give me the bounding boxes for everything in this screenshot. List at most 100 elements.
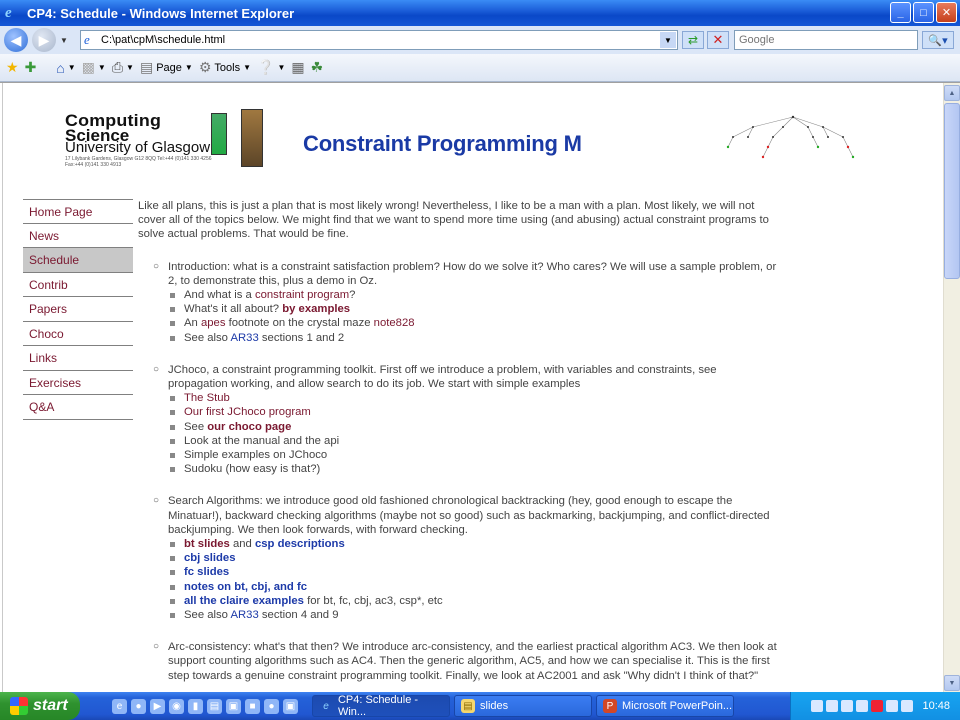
sidebar-item-exercises[interactable]: Exercises bbox=[23, 370, 133, 395]
sidebar-item-news[interactable]: News bbox=[23, 223, 133, 248]
quicklaunch-icon[interactable]: ■ bbox=[245, 698, 260, 714]
add-favorites-icon[interactable]: ✚ bbox=[25, 59, 37, 76]
constraint-program-link[interactable]: constraint program bbox=[255, 289, 349, 301]
the-stub-link[interactable]: The Stub bbox=[184, 392, 230, 404]
quicklaunch-icon[interactable]: ▣ bbox=[283, 698, 298, 714]
ar33-link[interactable]: AR33 bbox=[230, 609, 258, 621]
topic-search-algorithms: ○ Search Algorithms: we introduce good o… bbox=[138, 494, 778, 622]
ie-quicklaunch-icon[interactable]: e bbox=[112, 698, 127, 714]
fc-slides-link[interactable]: fc slides bbox=[184, 566, 229, 578]
address-text: C:\pat\cpM\schedule.html bbox=[101, 34, 226, 46]
sidebar-item-schedule[interactable]: Schedule bbox=[23, 248, 133, 273]
history-dropdown-icon[interactable]: ▼ bbox=[60, 36, 68, 45]
start-button[interactable]: start bbox=[0, 692, 80, 720]
sidebar-item-home-page[interactable]: Home Page bbox=[23, 199, 133, 224]
help-button[interactable]: ❔ ▼ bbox=[257, 59, 285, 76]
browser-quicklaunch-icon[interactable]: ● bbox=[131, 698, 146, 714]
research-icon[interactable]: ▦ bbox=[291, 59, 304, 76]
logo-address: 17 Lilybank Gardens, Glasgow G12 8QQ Tel… bbox=[65, 156, 212, 168]
page-menu-label: Page bbox=[156, 61, 182, 74]
windows-taskbar: start e ● ▶ ◉ ▮ ▤ ▣ ■ ● ▣ e CP4: Schedul… bbox=[0, 692, 960, 720]
search-button[interactable]: 🔍▾ bbox=[922, 31, 954, 49]
taskbar-button-ie[interactable]: e CP4: Schedule - Win... bbox=[312, 694, 450, 718]
apes-link[interactable]: apes bbox=[201, 317, 226, 329]
sidebar-item-contrib[interactable]: Contrib bbox=[23, 272, 133, 297]
back-button[interactable]: ◀ bbox=[4, 28, 28, 52]
messenger-icon[interactable]: ☘ bbox=[311, 59, 324, 76]
minimize-button[interactable]: _ bbox=[890, 2, 911, 23]
topic-arc-consistency: ○ Arc-consistency: what's that then? We … bbox=[138, 640, 778, 683]
ie-logo-icon: e bbox=[5, 5, 12, 21]
refresh-button[interactable]: ⇄ bbox=[682, 31, 704, 49]
by-examples-link[interactable]: by examples bbox=[282, 303, 350, 315]
tray-icon[interactable] bbox=[841, 700, 854, 712]
page-menu-button[interactable]: ▤ Page ▼ bbox=[140, 59, 193, 76]
ie-icon: e bbox=[323, 700, 329, 712]
media-quicklaunch-icon[interactable]: ▶ bbox=[150, 698, 165, 714]
list-item: Sudoku (how easy is that?) bbox=[168, 462, 778, 476]
taskbar-button-powerpoint[interactable]: P Microsoft PowerPoin... bbox=[596, 695, 734, 717]
taskbar-button-slides[interactable]: ▤ slides bbox=[454, 695, 592, 717]
page-title: Constraint Programming M bbox=[303, 131, 582, 156]
print-button[interactable]: ⎙ ▼ bbox=[112, 59, 134, 76]
maximize-button[interactable]: □ bbox=[913, 2, 934, 23]
list-item: notes on bt, cbj, and fc bbox=[168, 580, 778, 594]
system-tray: 10:48 bbox=[790, 692, 960, 720]
feeds-button[interactable]: ▩ ▼ bbox=[82, 59, 106, 76]
search-input[interactable] bbox=[734, 30, 918, 50]
document-quicklaunch-icon[interactable]: ▤ bbox=[207, 698, 222, 714]
scroll-up-icon[interactable]: ▲ bbox=[944, 85, 960, 101]
scroll-thumb[interactable] bbox=[944, 103, 960, 279]
tray-icon[interactable] bbox=[886, 700, 899, 712]
terminal-quicklaunch-icon[interactable]: ▮ bbox=[188, 698, 203, 714]
start-label: start bbox=[33, 697, 68, 714]
ati-tray-icon[interactable] bbox=[871, 700, 884, 712]
claire-examples-link[interactable]: all the claire examples bbox=[184, 595, 304, 607]
sidebar-item-qa[interactable]: Q&A bbox=[23, 395, 133, 420]
csp-descriptions-link[interactable]: csp descriptions bbox=[255, 538, 345, 550]
web-page: Computing Science University of Glasgow … bbox=[2, 83, 942, 692]
first-jchoco-program-link[interactable]: Our first JChoco program bbox=[184, 406, 311, 418]
search-tree-graphic bbox=[726, 115, 855, 159]
topic-text: Search Algorithms: we introduce good old… bbox=[168, 495, 770, 536]
sidebar-nav: Home Page News Schedule Contrib Papers C… bbox=[23, 199, 133, 420]
sidebar-item-links[interactable]: Links bbox=[23, 346, 133, 371]
powerpoint-icon: P bbox=[603, 699, 617, 713]
circle-bullet-icon: ○ bbox=[153, 260, 160, 272]
sidebar-item-choco[interactable]: Choco bbox=[23, 321, 133, 346]
tray-icon[interactable] bbox=[901, 700, 914, 712]
quicklaunch-icon[interactable]: ◉ bbox=[169, 698, 184, 714]
forward-button[interactable]: ▶ bbox=[32, 28, 56, 52]
stop-button[interactable]: ✕ bbox=[707, 31, 729, 49]
favorites-star-icon[interactable]: ★ bbox=[6, 59, 19, 76]
list-item: Simple examples on JChoco bbox=[168, 448, 778, 462]
bt-slides-link[interactable]: bt slides bbox=[184, 538, 230, 550]
window-title-bar[interactable]: e CP4: Schedule - Windows Internet Explo… bbox=[0, 0, 960, 26]
address-bar[interactable]: e C:\pat\cpM\schedule.html ▼ bbox=[80, 30, 678, 50]
cbj-slides-link[interactable]: cbj slides bbox=[184, 552, 236, 564]
sidebar-item-papers[interactable]: Papers bbox=[23, 297, 133, 322]
scroll-down-icon[interactable]: ▼ bbox=[944, 675, 960, 691]
tray-icon[interactable] bbox=[826, 700, 839, 712]
tray-icon[interactable] bbox=[811, 700, 824, 712]
address-dropdown-icon[interactable]: ▼ bbox=[660, 32, 676, 48]
quicklaunch-icon[interactable]: ▣ bbox=[226, 698, 241, 714]
home-button[interactable]: ⌂ ▼ bbox=[56, 60, 75, 76]
quicklaunch-icon[interactable]: ● bbox=[264, 698, 279, 714]
vertical-scrollbar[interactable]: ▲ ▼ bbox=[943, 83, 960, 692]
ar33-link[interactable]: AR33 bbox=[230, 332, 258, 344]
notes-bt-cbj-fc-link[interactable]: notes on bt, cbj, and fc bbox=[184, 581, 307, 593]
task-label: Microsoft PowerPoin... bbox=[622, 700, 733, 712]
our-choco-page-link[interactable]: our choco page bbox=[207, 421, 291, 433]
list-item: Look at the manual and the api bbox=[168, 434, 778, 448]
clock[interactable]: 10:48 bbox=[922, 700, 950, 712]
intro-paragraph: Like all plans, this is just a plan that… bbox=[138, 200, 769, 241]
list-item: The Stub bbox=[168, 391, 778, 405]
address-toolbar: ◀ ▶ ▼ e C:\pat\cpM\schedule.html ▼ ⇄ ✕ 🔍… bbox=[0, 26, 960, 54]
note828-link[interactable]: note828 bbox=[374, 317, 415, 329]
quick-launch: e ● ▶ ◉ ▮ ▤ ▣ ■ ● ▣ bbox=[112, 698, 298, 714]
task-label: CP4: Schedule - Win... bbox=[337, 694, 419, 718]
tray-icon[interactable] bbox=[856, 700, 869, 712]
tools-menu-button[interactable]: ⚙ Tools ▼ bbox=[199, 59, 251, 76]
close-button[interactable]: ✕ bbox=[936, 2, 957, 23]
